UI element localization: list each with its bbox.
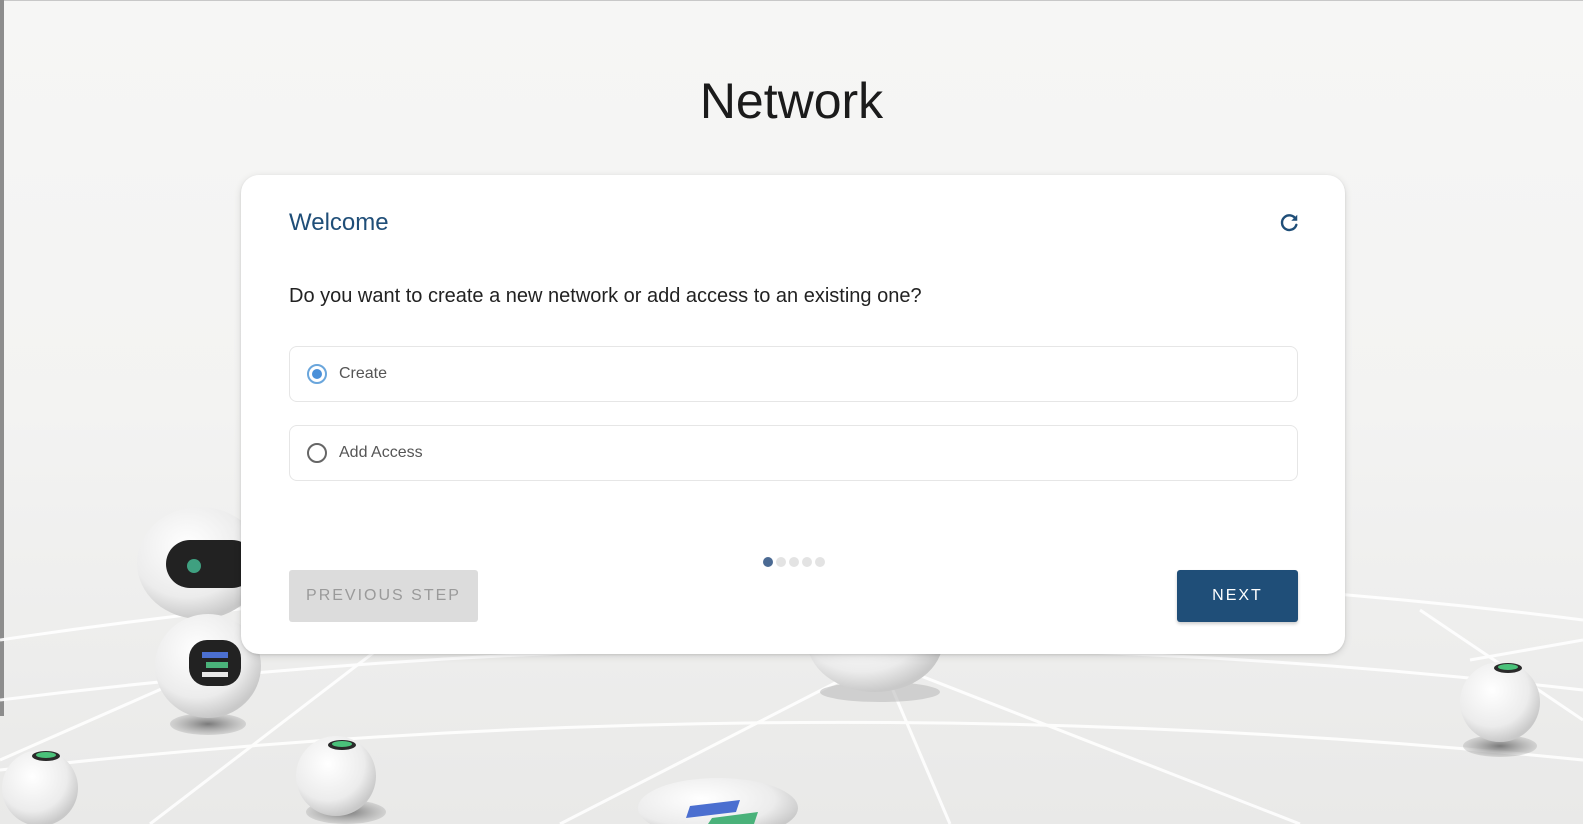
step-dot-1 [763, 557, 773, 567]
option-create[interactable]: Create [289, 346, 1298, 402]
step-dot-3 [789, 557, 799, 567]
wizard-card: Welcome Do you want to create a new netw… [241, 175, 1345, 654]
step-dot-5 [815, 557, 825, 567]
page-title: Network [699, 73, 884, 129]
option-create-label: Create [339, 365, 388, 382]
refresh-button[interactable] [1277, 211, 1301, 235]
step-dot-2 [776, 557, 786, 567]
previous-step-button[interactable]: PREVIOUS STEP [289, 570, 478, 622]
option-add-access[interactable]: Add Access [289, 425, 1298, 481]
step-indicator [763, 557, 825, 567]
card-title: Welcome [289, 209, 389, 236]
option-add-access-label: Add Access [339, 444, 423, 461]
next-button[interactable]: NEXT [1177, 570, 1298, 622]
radio-add-access[interactable] [307, 443, 327, 463]
step-dot-4 [802, 557, 812, 567]
radio-create[interactable] [307, 364, 327, 384]
refresh-icon [1280, 214, 1298, 232]
question-text: Do you want to create a new network or a… [289, 285, 922, 307]
